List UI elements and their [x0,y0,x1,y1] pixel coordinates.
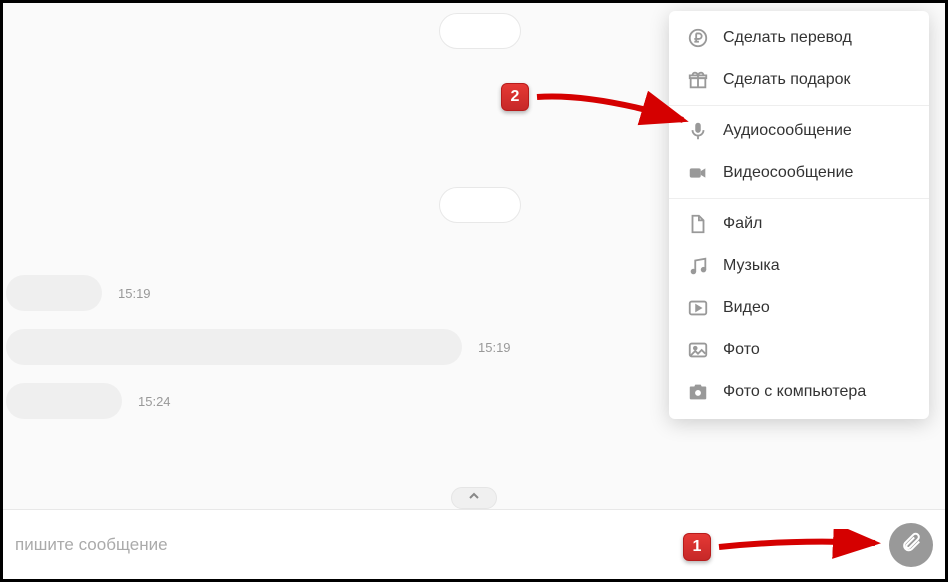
camera-icon [687,381,709,403]
menu-item-gift[interactable]: Сделать подарок [669,59,929,101]
message-input-bar [3,509,945,579]
gift-icon [687,69,709,91]
message-time: 15:19 [118,286,151,301]
expand-button[interactable] [451,487,497,509]
paperclip-icon [900,531,922,558]
videocam-icon [687,162,709,184]
callout-label: 2 [511,88,520,106]
menu-label: Видеосообщение [723,164,853,182]
file-icon [687,213,709,235]
menu-item-video[interactable]: Видео [669,287,929,329]
menu-label: Сделать подарок [723,71,851,89]
menu-label: Музыка [723,257,780,275]
menu-label: Фото [723,341,760,359]
menu-item-photo[interactable]: Фото [669,329,929,371]
menu-item-music[interactable]: Музыка [669,245,929,287]
music-icon [687,255,709,277]
message-row: 15:24 [6,383,171,419]
attach-menu: Сделать перевод Сделать подарок Аудиосоо… [669,11,929,419]
menu-item-audio[interactable]: Аудиосообщение [669,110,929,152]
message-row: 15:19 [6,275,151,311]
callout-step-1: 1 [683,533,711,561]
message-bubble [439,187,521,223]
microphone-icon [687,120,709,142]
menu-label: Видео [723,299,770,317]
message-row: 15:19 [6,329,511,365]
chevron-up-icon [466,488,482,509]
image-icon [687,339,709,361]
message-bubble [6,329,462,365]
message-input[interactable] [15,535,879,555]
message-time: 15:24 [138,394,171,409]
callout-label: 1 [693,538,702,556]
menu-item-video-msg[interactable]: Видеосообщение [669,152,929,194]
menu-item-photo-computer[interactable]: Фото с компьютера [669,371,929,413]
message-bubble [439,13,521,49]
menu-label: Фото с компьютера [723,383,866,401]
menu-label: Аудиосообщение [723,122,852,140]
menu-label: Файл [723,215,762,233]
message-bubble [6,383,122,419]
callout-step-2: 2 [501,83,529,111]
message-bubble [6,275,102,311]
menu-item-transfer[interactable]: Сделать перевод [669,17,929,59]
menu-label: Сделать перевод [723,29,852,47]
message-time: 15:19 [478,340,511,355]
menu-item-file[interactable]: Файл [669,203,929,245]
video-play-icon [687,297,709,319]
ruble-icon [687,27,709,49]
attach-button[interactable] [889,523,933,567]
